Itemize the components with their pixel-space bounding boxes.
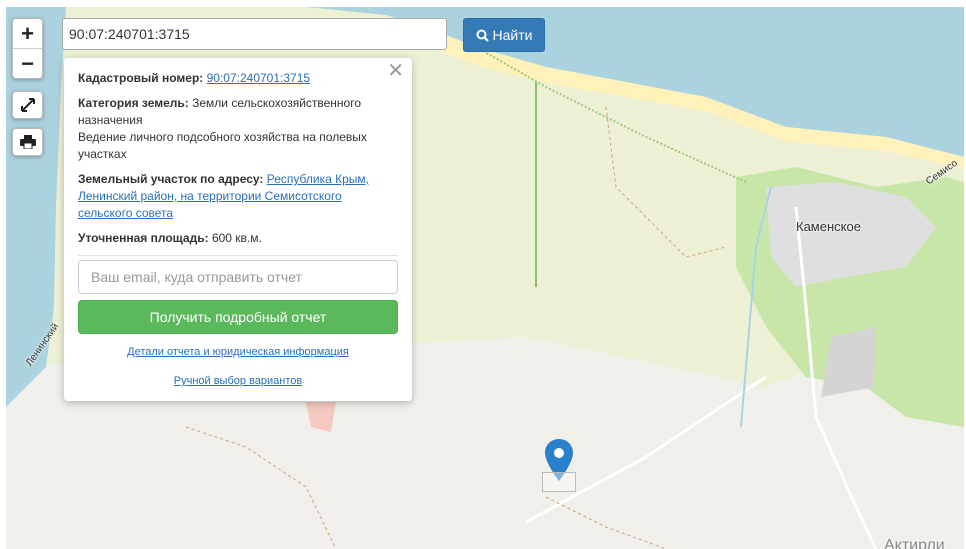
usage-value: Ведение личного подсобного хозяйства на … xyxy=(78,130,367,161)
area-label: Уточненная площадь: xyxy=(78,231,209,245)
manual-selection-link[interactable]: Ручной выбор вариантов xyxy=(78,373,398,390)
email-field[interactable] xyxy=(78,260,398,294)
search-input[interactable] xyxy=(62,18,447,50)
category-row: Категория земель: Земли сельскохозяйстве… xyxy=(78,95,398,163)
get-report-button[interactable]: Получить подробный отчет xyxy=(78,300,398,334)
area-row: Уточненная площадь: 600 кв.м. xyxy=(78,230,398,247)
fullscreen-icon xyxy=(20,98,35,112)
area-label-bottom: Актирли xyxy=(884,537,945,549)
zoom-in-button[interactable]: + xyxy=(13,19,42,48)
cadastral-label: Кадастровый номер: xyxy=(78,71,204,85)
print-button[interactable] xyxy=(12,128,43,156)
area-value: 600 кв.м. xyxy=(211,231,262,245)
search-button[interactable]: Найти xyxy=(463,18,545,52)
print-icon xyxy=(19,135,36,149)
zoom-out-button[interactable]: − xyxy=(13,48,42,78)
fullscreen-button[interactable] xyxy=(12,91,43,119)
search-button-label: Найти xyxy=(492,27,533,43)
parcel-info-popup: ✕ Кадастровый номер: 90:07:240701:3715 К… xyxy=(64,58,412,401)
cadastral-row: Кадастровый номер: 90:07:240701:3715 xyxy=(78,70,398,87)
search-icon xyxy=(476,29,489,42)
village-label: Каменское xyxy=(796,219,861,234)
cadastral-link[interactable]: 90:07:240701:3715 xyxy=(207,71,310,85)
divider xyxy=(78,255,398,256)
zoom-control: + − xyxy=(12,18,43,79)
details-link[interactable]: Детали отчета и юридическая информация xyxy=(78,344,398,361)
address-row: Земельный участок по адресу: Республика … xyxy=(78,171,398,222)
category-label: Категория земель: xyxy=(78,96,189,110)
parcel-outline xyxy=(542,472,576,492)
close-icon[interactable]: ✕ xyxy=(387,61,404,81)
address-label: Земельный участок по адресу: xyxy=(78,172,264,186)
